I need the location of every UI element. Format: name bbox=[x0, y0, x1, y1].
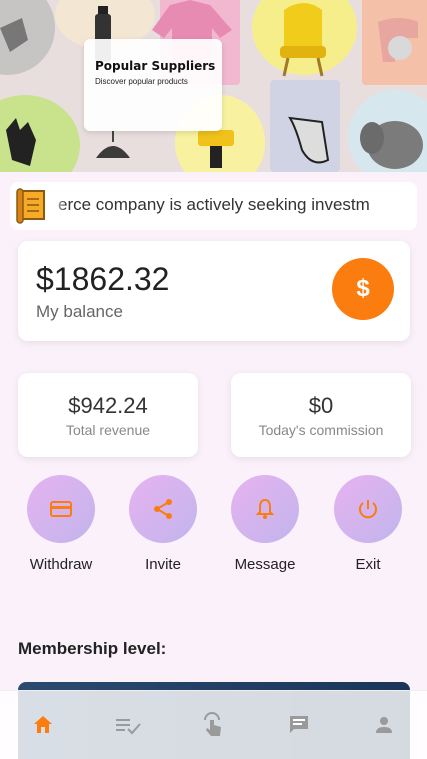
card-icon bbox=[50, 501, 72, 517]
invite-button[interactable]: Invite bbox=[123, 475, 203, 573]
tab-messages[interactable] bbox=[279, 705, 319, 745]
total-revenue-value: $942.24 bbox=[68, 393, 148, 418]
task-list-icon bbox=[116, 719, 141, 735]
tab-profile[interactable] bbox=[364, 705, 404, 745]
bottom-tab-bar bbox=[0, 690, 427, 759]
ticker-fade bbox=[50, 182, 66, 230]
exit-button[interactable]: Exit bbox=[328, 475, 408, 573]
profile-icon bbox=[376, 717, 393, 733]
home-icon bbox=[33, 716, 52, 733]
balance-amount: $1862.32 bbox=[36, 261, 170, 297]
invite-label: Invite bbox=[145, 556, 181, 573]
gloves-icon bbox=[6, 118, 36, 166]
todays-commission-card: $0 Today's commission bbox=[231, 373, 411, 457]
withdraw-circle[interactable] bbox=[27, 475, 95, 543]
message-label: Message bbox=[234, 556, 296, 573]
suppliers-subtitle: Discover popular products bbox=[95, 77, 188, 86]
bell-icon bbox=[255, 498, 275, 519]
message-button[interactable]: Message bbox=[225, 475, 305, 573]
exit-circle[interactable] bbox=[334, 475, 402, 543]
balance-dollar-button[interactable]: $ bbox=[332, 258, 394, 320]
exit-label: Exit bbox=[355, 556, 381, 573]
tab-tasks[interactable] bbox=[108, 705, 148, 745]
dollar-icon: $ bbox=[356, 275, 370, 302]
bottle-icon bbox=[98, 6, 108, 14]
tap-icon bbox=[204, 712, 222, 736]
drill-icon bbox=[198, 130, 234, 146]
chat-icon bbox=[289, 716, 308, 733]
invite-circle[interactable] bbox=[129, 475, 197, 543]
suppliers-banner[interactable]: Popular Suppliers Discover popular produ… bbox=[0, 0, 427, 172]
tab-home[interactable] bbox=[23, 705, 63, 745]
sneaker-icon bbox=[288, 116, 330, 164]
withdraw-label: Withdraw bbox=[29, 556, 93, 573]
balance-card: $1862.32 My balance $ bbox=[18, 241, 410, 341]
todays-commission-label: Today's commission bbox=[258, 422, 384, 438]
suppliers-card[interactable]: Popular Suppliers Discover popular produ… bbox=[84, 39, 222, 131]
share-icon bbox=[154, 499, 172, 519]
total-revenue-card: $942.24 Total revenue bbox=[18, 373, 198, 457]
suppliers-title: Popular Suppliers bbox=[95, 59, 216, 73]
announcement-ticker[interactable]: erce company is actively seeking investm bbox=[10, 182, 417, 230]
lamp-icon bbox=[96, 146, 130, 158]
tab-grab[interactable] bbox=[193, 705, 233, 745]
balance-label: My balance bbox=[36, 302, 123, 321]
hair-dryer-icon bbox=[0, 18, 28, 52]
todays-commission-value: $0 bbox=[308, 393, 334, 418]
message-circle[interactable] bbox=[231, 475, 299, 543]
ticker-text: erce company is actively seeking investm bbox=[58, 195, 370, 214]
power-icon bbox=[359, 500, 377, 519]
chair-icon bbox=[284, 3, 322, 48]
withdraw-button[interactable]: Withdraw bbox=[21, 475, 101, 573]
scroll-icon bbox=[16, 188, 45, 224]
membership-heading: Membership level: bbox=[18, 639, 167, 658]
total-revenue-label: Total revenue bbox=[65, 422, 151, 438]
